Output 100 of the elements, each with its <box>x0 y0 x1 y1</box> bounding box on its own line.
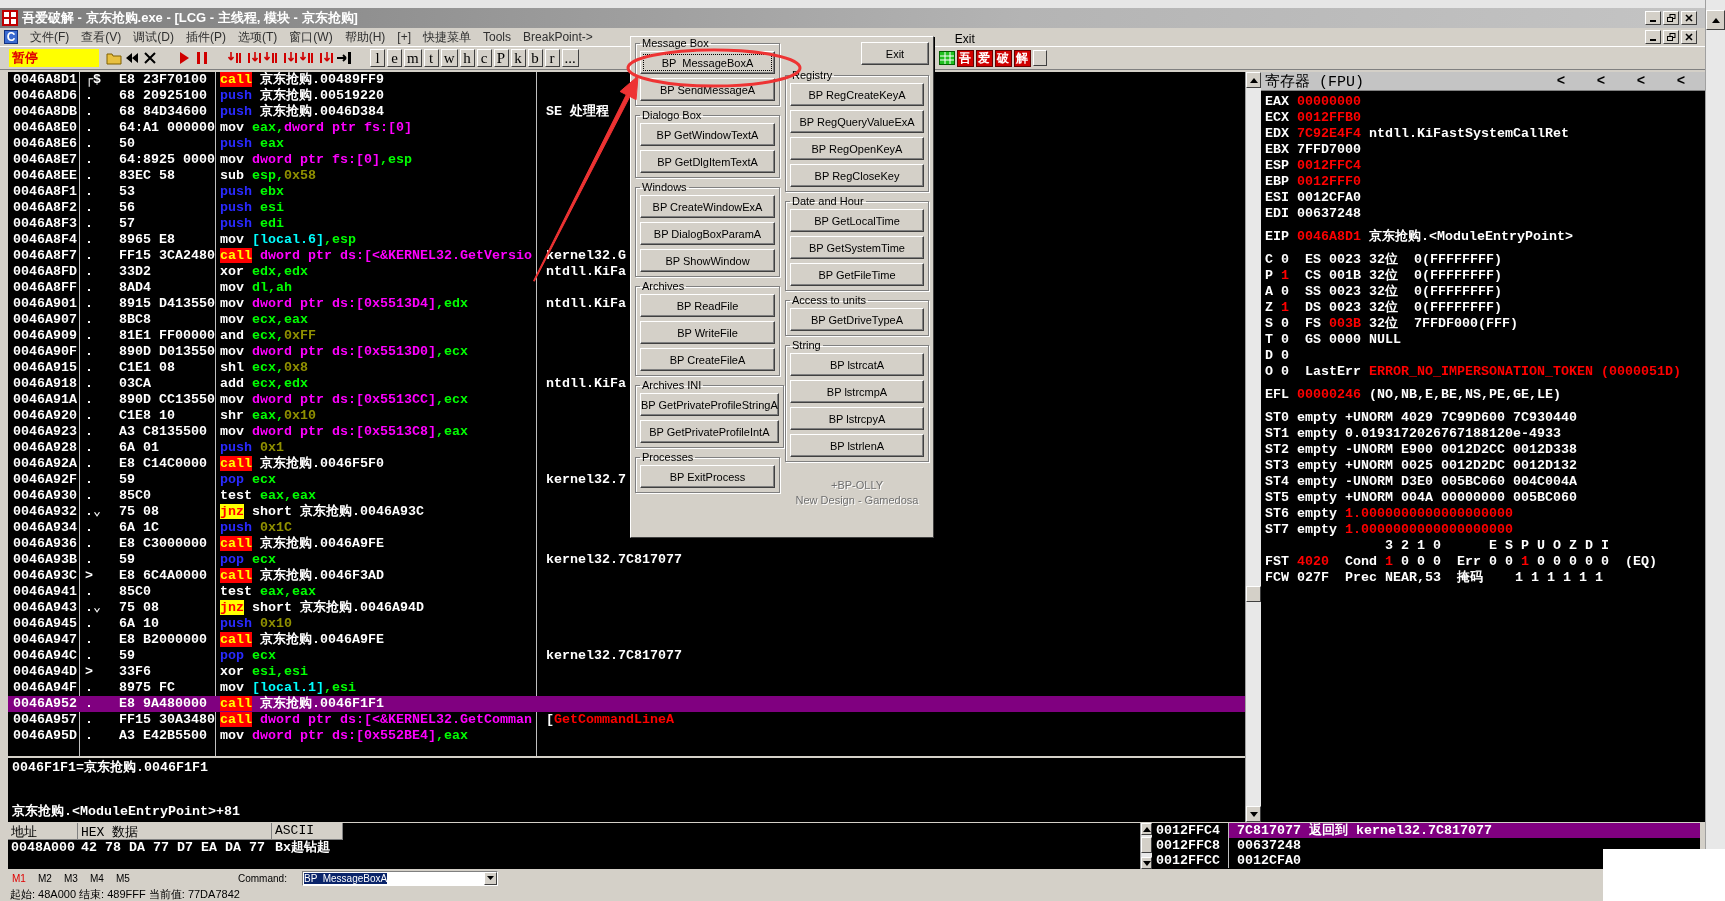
breakpoint-button[interactable]: BP RegCloseKey <box>790 164 924 187</box>
step-icon[interactable] <box>282 50 298 66</box>
menu-item[interactable]: BreakPoint-> <box>517 30 599 44</box>
breakpoint-button[interactable]: BP WriteFile <box>640 321 775 344</box>
rewind-icon[interactable] <box>124 50 140 66</box>
breakpoint-button[interactable]: BP GetPrivateProfileStringA <box>640 393 779 416</box>
menu-item[interactable]: [+] <box>391 30 417 44</box>
breakpoint-button[interactable]: BP ReadFile <box>640 294 775 317</box>
scroll-thumb[interactable] <box>1141 837 1152 853</box>
toolbar-button[interactable]: w <box>440 49 458 67</box>
menu-item[interactable]: 帮助(H) <box>338 28 392 46</box>
scrollbar[interactable] <box>1705 0 1725 849</box>
minimize-button[interactable] <box>1645 11 1661 25</box>
breakpoint-button[interactable]: BP RegQueryValueExA <box>790 110 924 133</box>
menu-item[interactable]: 选项(T) <box>232 28 284 46</box>
toolbar-button[interactable]: b <box>527 49 543 67</box>
grid-icon[interactable] <box>938 50 955 66</box>
address-cell-text: 0046A932 <box>12 504 78 520</box>
step-icon[interactable] <box>228 50 244 66</box>
menu-item[interactable]: Tools <box>477 30 518 44</box>
breakpoint-button[interactable]: BP GetWindowTextA <box>640 123 775 146</box>
close-button[interactable] <box>1681 30 1697 44</box>
logo-button[interactable]: 爱 <box>975 49 993 67</box>
toolbar-button[interactable]: P <box>493 49 509 67</box>
exit-label[interactable]: Exit <box>954 32 975 46</box>
restore-button[interactable] <box>1663 30 1679 44</box>
exit-button[interactable]: Exit <box>861 42 929 65</box>
toolbar-button[interactable]: r <box>544 49 560 67</box>
scroll-up-button[interactable] <box>1246 72 1261 88</box>
toolbar-button[interactable]: ... <box>561 49 579 67</box>
toolbar-button[interactable]: l <box>370 49 385 67</box>
breakpoint-button[interactable]: BP lstrcpyA <box>790 407 924 430</box>
nav-button[interactable]: < <box>1541 73 1581 89</box>
empty-toolbar-button[interactable] <box>1032 50 1047 66</box>
menu-item[interactable]: 查看(V) <box>75 28 128 46</box>
minimize-button[interactable] <box>1645 30 1661 44</box>
close-button[interactable] <box>1681 11 1697 25</box>
stack-value-row[interactable]: 00637248 <box>1229 838 1305 853</box>
scrollbar[interactable] <box>1245 72 1261 822</box>
breakpoint-button[interactable]: BP ExitProcess <box>640 465 775 488</box>
breakpoint-button[interactable]: BP GetDlgItemTextA <box>640 150 775 173</box>
breakpoint-button[interactable]: BP DialogBoxParamA <box>640 222 775 245</box>
close-icon[interactable] <box>142 50 158 66</box>
mark-tab[interactable]: M5 <box>116 872 142 884</box>
instruction: push 0x10 <box>219 616 293 632</box>
restore-button[interactable] <box>1663 11 1679 25</box>
breakpoint-button[interactable]: BP lstrcatA <box>790 353 924 376</box>
logo-button[interactable]: 吾 <box>956 49 974 67</box>
breakpoint-button[interactable]: BP CreateWindowExA <box>640 195 775 218</box>
step-icon[interactable] <box>264 50 280 66</box>
nav-button[interactable]: < <box>1621 73 1661 89</box>
menu-item[interactable]: 插件(P) <box>180 28 232 46</box>
register-line: ST4 empty -UNORM D3E0 005BC060 004C004A <box>1265 474 1578 490</box>
scroll-up-button[interactable] <box>1141 823 1152 835</box>
menu-item[interactable]: 文件(F) <box>24 28 76 46</box>
column-header: HEX 数据 <box>78 823 272 840</box>
address-cell-text: 0046A8D1 <box>12 72 78 88</box>
menu-logo[interactable]: C <box>4 30 18 44</box>
stack-value-row[interactable]: 7C817077 返回到 kernel32.7C817077 <box>1229 823 1700 838</box>
arrow-to-bar-icon[interactable] <box>336 50 352 66</box>
breakpoint-button[interactable]: BP RegOpenKeyA <box>790 137 924 160</box>
toolbar-button[interactable]: m <box>404 49 422 67</box>
scroll-down-button[interactable] <box>1246 806 1261 822</box>
menu-item[interactable]: 窗口(W) <box>283 28 339 46</box>
logo-button[interactable]: 破 <box>994 49 1012 67</box>
command-combobox[interactable]: BP MessageBoxA <box>302 870 498 886</box>
toolbar-button[interactable]: k <box>510 49 526 67</box>
toolbar-button[interactable]: h <box>459 49 475 67</box>
breakpoint-button[interactable]: BP lstrlenA <box>790 434 924 457</box>
scrollbar[interactable] <box>1140 823 1152 869</box>
group-title: String <box>791 339 822 351</box>
scroll-up-button[interactable] <box>1706 10 1725 30</box>
instruction: pop ecx <box>219 552 277 568</box>
breakpoint-button[interactable]: BP lstrcmpA <box>790 380 924 403</box>
nav-button[interactable]: < <box>1661 73 1701 89</box>
breakpoint-button[interactable]: BP GetFileTime <box>790 263 924 286</box>
stack-value-row[interactable]: 0012CFA0 <box>1229 853 1305 868</box>
breakpoint-button[interactable]: BP RegCreateKeyA <box>790 83 924 106</box>
mark-tab[interactable]: M3 <box>64 872 90 884</box>
mark-tab[interactable]: M2 <box>38 872 64 884</box>
breakpoint-button[interactable]: BP GetLocalTime <box>790 209 924 232</box>
scroll-thumb[interactable] <box>1246 586 1261 602</box>
step-icon[interactable] <box>318 50 334 66</box>
breakpoint-button[interactable]: BP GetSystemTime <box>790 236 924 259</box>
step-icon[interactable] <box>246 50 262 66</box>
step-icon[interactable] <box>300 50 316 66</box>
jump-mark: . <box>84 248 94 264</box>
breakpoint-button[interactable]: BP ShowWindow <box>640 249 775 272</box>
breakpoint-button[interactable]: BP CreateFileA <box>640 348 775 371</box>
menu-item[interactable]: 调试(D) <box>127 28 180 46</box>
logo-button[interactable]: 解 <box>1013 49 1031 67</box>
toolbar-button[interactable]: t <box>423 49 439 67</box>
toolbar-button[interactable]: c <box>476 49 492 67</box>
breakpoint-button[interactable]: BP GetDriveTypeA <box>790 308 924 331</box>
nav-button[interactable]: < <box>1581 73 1621 89</box>
menu-item[interactable]: 快捷菜单 <box>417 28 477 46</box>
mark-tab[interactable]: M4 <box>90 872 116 884</box>
pause-icon[interactable] <box>194 50 210 66</box>
toolbar-button[interactable]: e <box>387 49 402 67</box>
breakpoint-button[interactable]: BP GetPrivateProfileIntA <box>640 420 779 443</box>
